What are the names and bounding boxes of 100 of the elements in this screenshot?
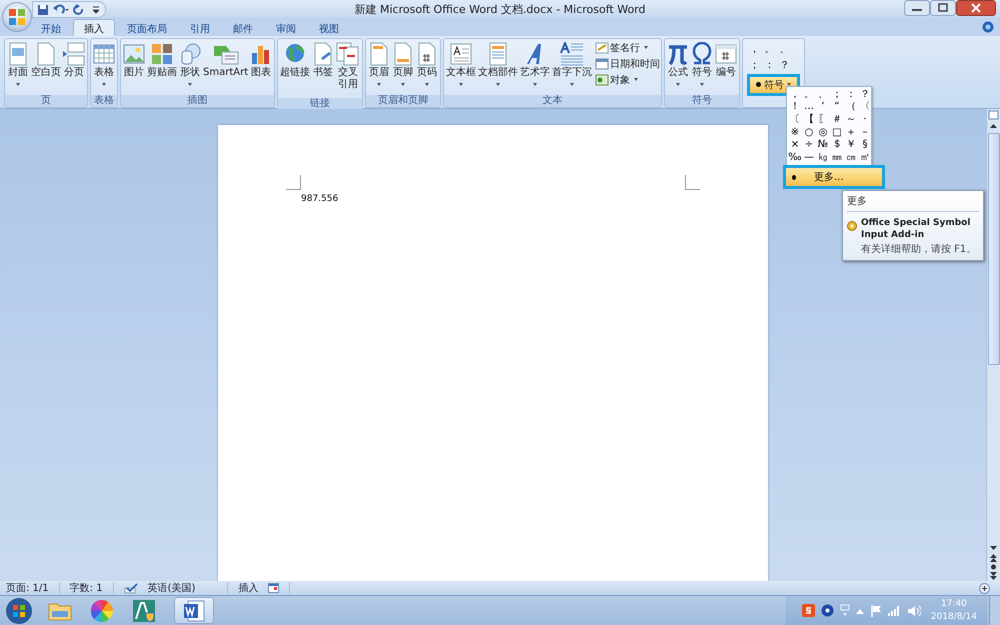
symbol-option[interactable]: ‘ [821,101,825,112]
ribbon-tab[interactable]: 视图 [308,18,350,36]
ribbon-button[interactable]: 超链接 [279,40,312,86]
symbol-option[interactable]: ÷ [804,139,814,150]
symbol-option[interactable]: ： [846,88,856,100]
ruler-toggle-icon[interactable] [988,109,999,121]
ribbon-button[interactable]: 日期和时间 [595,56,660,71]
ribbon-button[interactable]: 签名行 [595,40,660,55]
restore-button[interactable] [930,0,956,16]
symbol-option[interactable]: 、 [818,88,828,100]
symbol-option[interactable]: × [790,139,800,150]
symbol-option[interactable]: ＋ [846,126,856,138]
macro-record-icon[interactable] [268,583,280,593]
symbol-option[interactable]: ～ [846,114,856,125]
symbol-option[interactable]: － [860,126,870,138]
help-icon[interactable] [820,604,834,617]
vertical-scrollbar[interactable] [986,109,1000,581]
ribbon-button[interactable]: 艺术字 [519,40,552,86]
ribbon-tab[interactable]: 审阅 [265,18,307,36]
ribbon-button[interactable]: 页眉 [367,40,392,86]
symbol-option[interactable]: № [818,139,828,150]
symbol-option[interactable]: □ [832,126,842,138]
symbol-key[interactable]: ： [764,58,775,72]
symbol-option[interactable]: ！ [790,101,800,112]
symbol-option[interactable]: 〖 [818,114,828,125]
insert-mode-label[interactable]: 插入 [238,581,258,595]
close-button[interactable] [956,0,996,16]
symbol-option[interactable]: ◎ [818,126,828,138]
symbol-option[interactable]: ‰ [788,152,802,163]
symbol-option[interactable]: … [804,101,814,112]
input-method-icon[interactable] [802,604,815,617]
symbol-option[interactable]: — [804,152,814,163]
symbol-option[interactable]: ＄ [832,139,842,150]
ribbon-button[interactable]: 图表 [249,40,274,86]
symbol-option[interactable]: ㎏ [818,152,828,163]
ribbon-button[interactable]: 文本框 [445,40,478,86]
ribbon-button[interactable]: 对象 [595,72,660,87]
symbol-key[interactable]: ？ [780,58,790,72]
symbol-key[interactable]: ， [750,42,760,56]
ribbon-button[interactable]: 页码 [415,40,440,86]
save-icon[interactable] [37,4,49,16]
customize-toolbar-icon[interactable] [93,6,99,14]
symbol-option[interactable]: ○ [804,126,814,138]
symbol-option[interactable]: ＃ [832,114,842,125]
symbol-option[interactable]: 【 [804,114,814,125]
symbol-option[interactable]: ； [832,88,842,100]
ribbon-tab[interactable]: 插入 [73,18,115,36]
ribbon-button[interactable]: 页脚 [391,40,416,86]
ribbon-button[interactable]: 公式 [666,40,690,86]
symbol-key[interactable]: 、 [780,42,790,56]
symbol-option[interactable]: § [862,139,868,150]
language-label[interactable]: 英语(美国) [148,581,196,595]
start-button[interactable] [5,596,33,624]
ribbon-tab[interactable]: 页面布局 [116,18,178,36]
ribbon-button[interactable]: 文档部件 [477,40,520,86]
zoom-in-icon[interactable] [979,582,990,594]
symbol-option[interactable]: ￥ [846,139,856,150]
minimize-button[interactable] [904,0,930,16]
ribbon-tab[interactable]: 引用 [179,18,221,36]
next-page-icon[interactable] [989,571,998,581]
ribbon-tab[interactable]: 开始 [30,18,72,36]
symbol-option[interactable]: 〔 [790,114,800,125]
symbol-key[interactable]: ； [750,58,760,72]
symbol-option[interactable]: 。 [804,88,814,100]
ribbon-button[interactable]: 书签 [311,40,336,86]
ribbon-button[interactable]: 形状 [178,40,202,86]
redo-icon[interactable] [73,4,85,16]
symbol-option[interactable]: · [863,114,867,125]
symbol-option[interactable]: ㎜ [832,152,842,163]
symbol-option[interactable]: ㎡ [860,152,870,163]
symbol-key[interactable]: 。 [764,42,775,56]
ribbon-button[interactable]: 封面 [6,40,30,86]
previous-page-icon[interactable] [989,553,998,563]
help-icon[interactable] [982,20,994,33]
ribbon-button[interactable]: 交叉引用 [335,40,362,98]
ribbon-button[interactable]: 图片 [122,40,146,86]
ribbon-button[interactable]: 首字下沉 [551,40,594,86]
scroll-thumb[interactable] [988,133,1000,365]
ribbon-tab[interactable]: 邮件 [222,18,264,36]
word-count[interactable]: 字数: 1 [70,581,103,595]
ribbon-button[interactable]: 编号 [714,40,738,86]
symbol-option[interactable]: ㎝ [846,152,856,163]
symbol-option[interactable]: （ [846,101,856,112]
symbol-option[interactable]: ？ [860,88,870,100]
undo-icon[interactable] [53,4,69,16]
symbol-option[interactable]: ※ [790,126,800,138]
page-count[interactable]: 页面: 1/1 [6,581,49,595]
ribbon-button[interactable]: 空白页 [30,40,62,86]
ribbon-button[interactable]: 剪贴画 [146,40,178,86]
taskbar-button[interactable] [174,597,214,624]
ribbon-button[interactable]: 表格 [92,40,116,86]
office-button[interactable] [2,2,32,32]
symbol-option[interactable]: 〈 [860,101,870,112]
ribbon-button[interactable]: 符号 [690,40,714,86]
browse-object-icon[interactable] [989,563,998,571]
symbol-option[interactable]: “ [834,101,840,112]
more-symbols-item[interactable]: 更多... [783,165,885,189]
ribbon-button[interactable]: 分页 [62,40,86,86]
proofing-check-icon[interactable] [124,582,138,594]
ribbon-button[interactable]: SmartArt [202,40,250,86]
